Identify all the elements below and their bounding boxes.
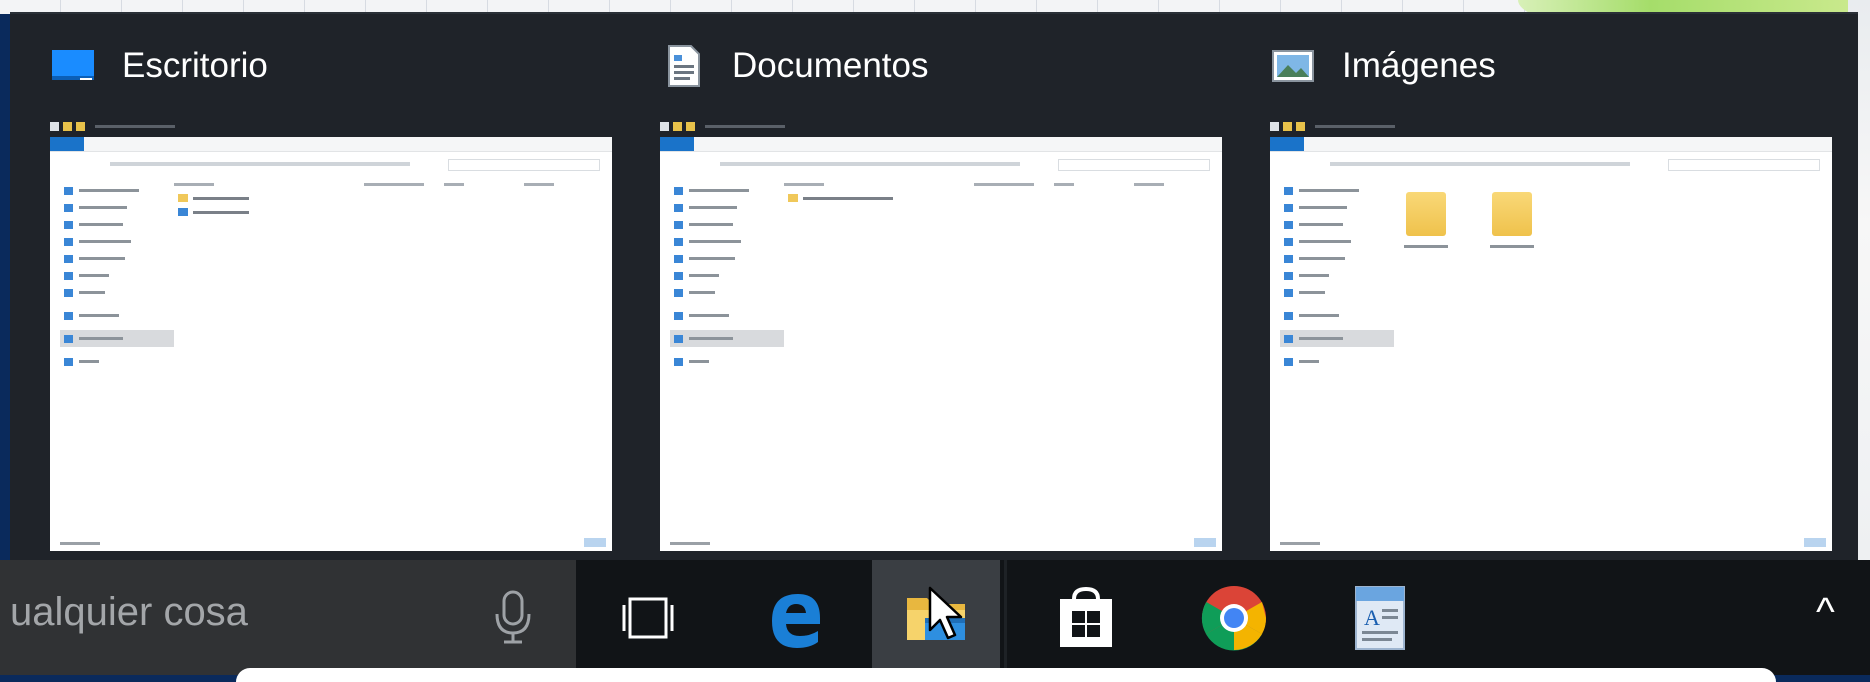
preview-title: Escritorio <box>122 46 268 85</box>
thumbnail-caption <box>1270 119 1470 133</box>
search-box[interactable]: ualquier cosa <box>0 560 576 675</box>
window-thumbnail[interactable] <box>660 137 1222 551</box>
edge-button[interactable] <box>732 560 860 675</box>
search-placeholder: ualquier cosa <box>10 590 248 634</box>
show-hidden-icons-chevron[interactable]: ^ <box>1816 590 1835 635</box>
thumbnail-caption <box>50 119 250 133</box>
preview-header: Escritorio <box>50 36 268 96</box>
store-button[interactable] <box>1022 560 1150 675</box>
preview-window-documentos[interactable]: Documentos <box>620 14 1222 562</box>
pictures-icon <box>1272 50 1314 82</box>
window-thumbnail[interactable] <box>1270 137 1832 551</box>
preview-title: Documentos <box>732 46 929 85</box>
preview-header: Documentos <box>660 36 928 96</box>
taskbar-preview-flyout: Escritorio Documentos Imágenes <box>10 12 1858 562</box>
mouse-cursor-icon <box>928 586 963 640</box>
taskbar-separator <box>1004 560 1007 675</box>
chrome-button[interactable] <box>1170 560 1298 675</box>
thumbnail-caption <box>660 119 860 133</box>
chrome-icon <box>1201 585 1267 651</box>
task-view-icon <box>622 597 674 638</box>
wordpad-icon: A <box>1355 585 1405 650</box>
desktop-icon <box>52 50 94 80</box>
microphone-icon[interactable] <box>490 590 536 646</box>
wordpad-button[interactable]: A <box>1316 560 1444 675</box>
preview-title: Imágenes <box>1342 46 1496 85</box>
task-view-button[interactable] <box>584 560 712 675</box>
window-thumbnail[interactable] <box>50 137 612 551</box>
svg-text:A: A <box>1364 605 1380 630</box>
preview-header: Imágenes <box>1270 36 1496 96</box>
preview-window-escritorio[interactable]: Escritorio <box>10 14 612 562</box>
documents-icon <box>668 45 700 87</box>
popup-edge <box>236 668 1776 682</box>
store-icon <box>1060 586 1112 647</box>
preview-window-imagenes[interactable]: Imágenes <box>1230 14 1832 562</box>
edge-icon <box>772 593 820 648</box>
